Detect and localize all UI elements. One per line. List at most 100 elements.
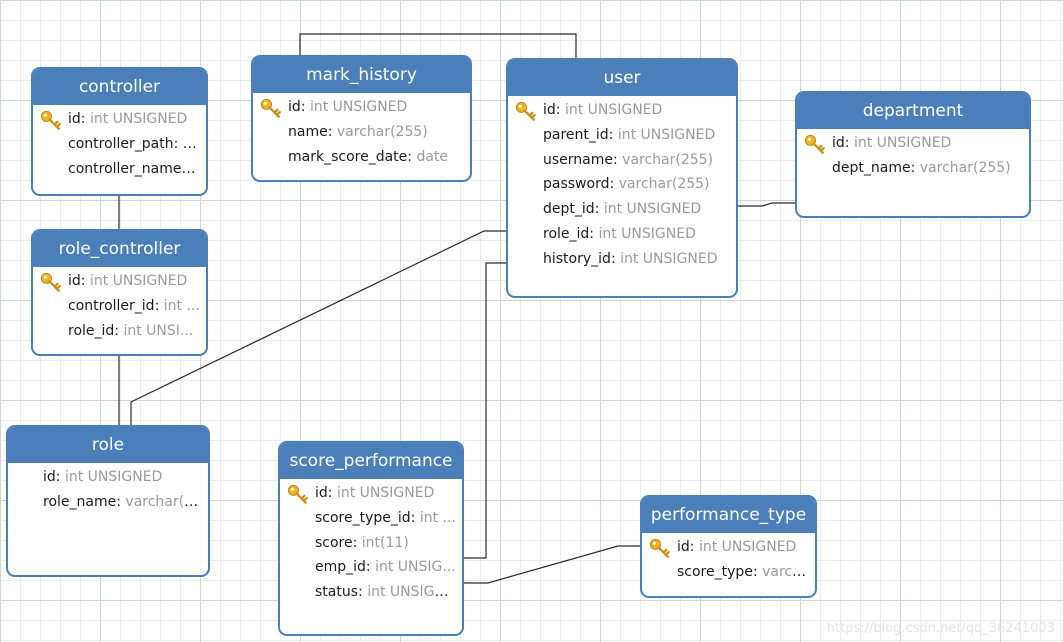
link-score-performance-user (463, 262, 508, 559)
field-row[interactable]: id: int UNSIGNED (508, 98, 736, 123)
field-name: username (543, 151, 613, 168)
field-row[interactable]: controller_id: int ... (33, 294, 206, 319)
field-row[interactable]: emp_id: int UNSIG... (280, 555, 462, 580)
field-name: id (68, 273, 81, 289)
link-user-department (738, 202, 797, 207)
field-row[interactable]: id: int UNSIGNED (642, 535, 815, 560)
field-type: int UNSI... (123, 322, 194, 339)
field-separator: : (752, 563, 763, 580)
field-row[interactable]: mark_score_date: date (253, 145, 470, 170)
field-list: id: int UNSIGNED controller_id: int ... ro… (33, 267, 206, 343)
field-row[interactable]: status: int UNSIGN... (280, 580, 462, 605)
field-row[interactable]: history_id: int UNSIGNED (508, 247, 736, 272)
entity-department[interactable]: department id: int UNSIGNED dept_name: var… (795, 91, 1031, 218)
field-row[interactable]: parent_id: int UNSIGNED (508, 123, 736, 148)
field-separator: : (410, 509, 420, 526)
field-row[interactable]: score: int(11) (280, 531, 462, 556)
field-row[interactable]: id: int UNSIGNED (253, 95, 470, 120)
field-row[interactable]: name: varchar(255) (253, 120, 470, 145)
field-type: int ... (419, 509, 456, 526)
field-list: id: int UNSIGNED role_name: varchar(54) (8, 463, 208, 515)
field-name: id (677, 539, 690, 555)
field-type: int UNSIGNED (617, 126, 716, 143)
field-row[interactable]: controller_path: v... (33, 132, 206, 157)
field-name: status (315, 584, 359, 601)
field-separator: : (327, 123, 337, 140)
key-icon (649, 538, 671, 558)
field-row[interactable]: id: int UNSIGNED (33, 269, 206, 294)
field-row[interactable]: username: varchar(255) (508, 148, 736, 173)
field-name: id (43, 469, 56, 485)
entity-title: performance_type (642, 497, 815, 533)
field-list: id: int UNSIGNED name: varchar(255) mark_s… (253, 93, 470, 169)
field-separator: : (327, 485, 337, 501)
field-row[interactable]: role_id: int UNSIGNED (508, 222, 736, 247)
field-type: varchar(255) (622, 151, 714, 168)
field-list: id: int UNSIGNED score_type_id: int ... sc… (280, 479, 462, 605)
field-name: score_type_id (315, 509, 411, 526)
entity-performance-type[interactable]: performance_type id: int UNSIGNED score_ty… (640, 495, 817, 598)
field-type: int UNSIGNED (89, 111, 188, 127)
field-name: id (68, 111, 81, 127)
field-type: int UNSIGNED (598, 225, 696, 242)
field-row[interactable]: score_type_id: int ... (280, 506, 462, 531)
field-separator: : (613, 151, 623, 168)
key-icon (260, 98, 282, 118)
field-type: varchar(255) (919, 159, 1011, 176)
field-row[interactable]: score_type: varch... (642, 560, 815, 585)
field-row[interactable]: id: int UNSIGNED (33, 107, 206, 132)
entity-title: role_controller (33, 231, 206, 267)
field-name: name (288, 123, 328, 140)
field-list: id: int UNSIGNED score_type: varch... (642, 533, 815, 585)
field-separator: : (80, 111, 90, 127)
entity-title: user (508, 60, 736, 96)
field-separator: : (80, 273, 90, 289)
field-name: role_id (543, 225, 590, 242)
entity-controller[interactable]: controller id: int UNSIGNED controller_pat… (31, 67, 208, 196)
field-row[interactable]: role_id: int UNSI... (33, 319, 206, 344)
field-name: controller_path (68, 135, 174, 152)
field-row[interactable]: id: int UNSIGNED (280, 481, 462, 506)
field-list: id: int UNSIGNED dept_name: varchar(255) (797, 129, 1029, 181)
field-name: controller_id (68, 297, 155, 314)
field-list: id: int UNSIGNED parent_id: int UNSIGNED u… (508, 96, 736, 272)
field-name: id (288, 99, 301, 115)
entity-score-performance[interactable]: score_performance id: int UNSIGNED score_t… (278, 441, 464, 636)
entity-title: score_performance (280, 443, 462, 479)
field-row[interactable]: password: varchar(255) (508, 172, 736, 197)
field-name: score_type (677, 563, 753, 580)
field-name: score (315, 534, 353, 551)
entity-role[interactable]: role id: int UNSIGNED role_name: varchar(5… (6, 425, 210, 577)
entity-title: department (797, 93, 1029, 129)
field-row[interactable]: role_name: varchar(54) (8, 490, 208, 515)
field-row[interactable]: id: int UNSIGNED (797, 131, 1029, 156)
link-score-performance-performance-type (463, 545, 642, 584)
field-row[interactable]: controller_name: ... (33, 157, 206, 182)
field-separator: : (689, 539, 699, 555)
field-separator: : (55, 469, 65, 485)
field-name: emp_id (315, 559, 366, 576)
field-name: id (543, 102, 556, 118)
field-separator: : (594, 201, 604, 218)
entity-title: mark_history (253, 57, 470, 93)
field-separator: : (609, 176, 619, 193)
field-name: role_id (68, 322, 115, 339)
field-separator: : (300, 99, 310, 115)
field-type: int UNSIGNED (309, 99, 408, 115)
field-type: int UNSIGNED (853, 135, 952, 151)
entity-role-controller[interactable]: role_controller id: int UNSIGNED controlle… (31, 229, 208, 356)
field-name: id (832, 135, 845, 151)
field-separator: : (608, 126, 618, 143)
field-type: int UNSIGNED (89, 273, 188, 289)
field-row[interactable]: dept_name: varchar(255) (797, 156, 1029, 181)
field-row[interactable]: id: int UNSIGNED (8, 465, 208, 490)
field-type: int UNSIGNED (698, 539, 797, 555)
field-type: int UNSIGNED (620, 250, 718, 267)
field-type: int(11) (361, 534, 409, 551)
entity-mark-history[interactable]: mark_history id: int UNSIGNED name: varcha… (251, 55, 472, 182)
field-row[interactable]: dept_id: int UNSIGNED (508, 197, 736, 222)
field-name: id (315, 485, 328, 501)
field-name: role_name (43, 493, 117, 510)
key-icon (804, 134, 826, 154)
entity-user[interactable]: user id: int UNSIGNED parent_id: int UNSIG… (506, 58, 738, 298)
